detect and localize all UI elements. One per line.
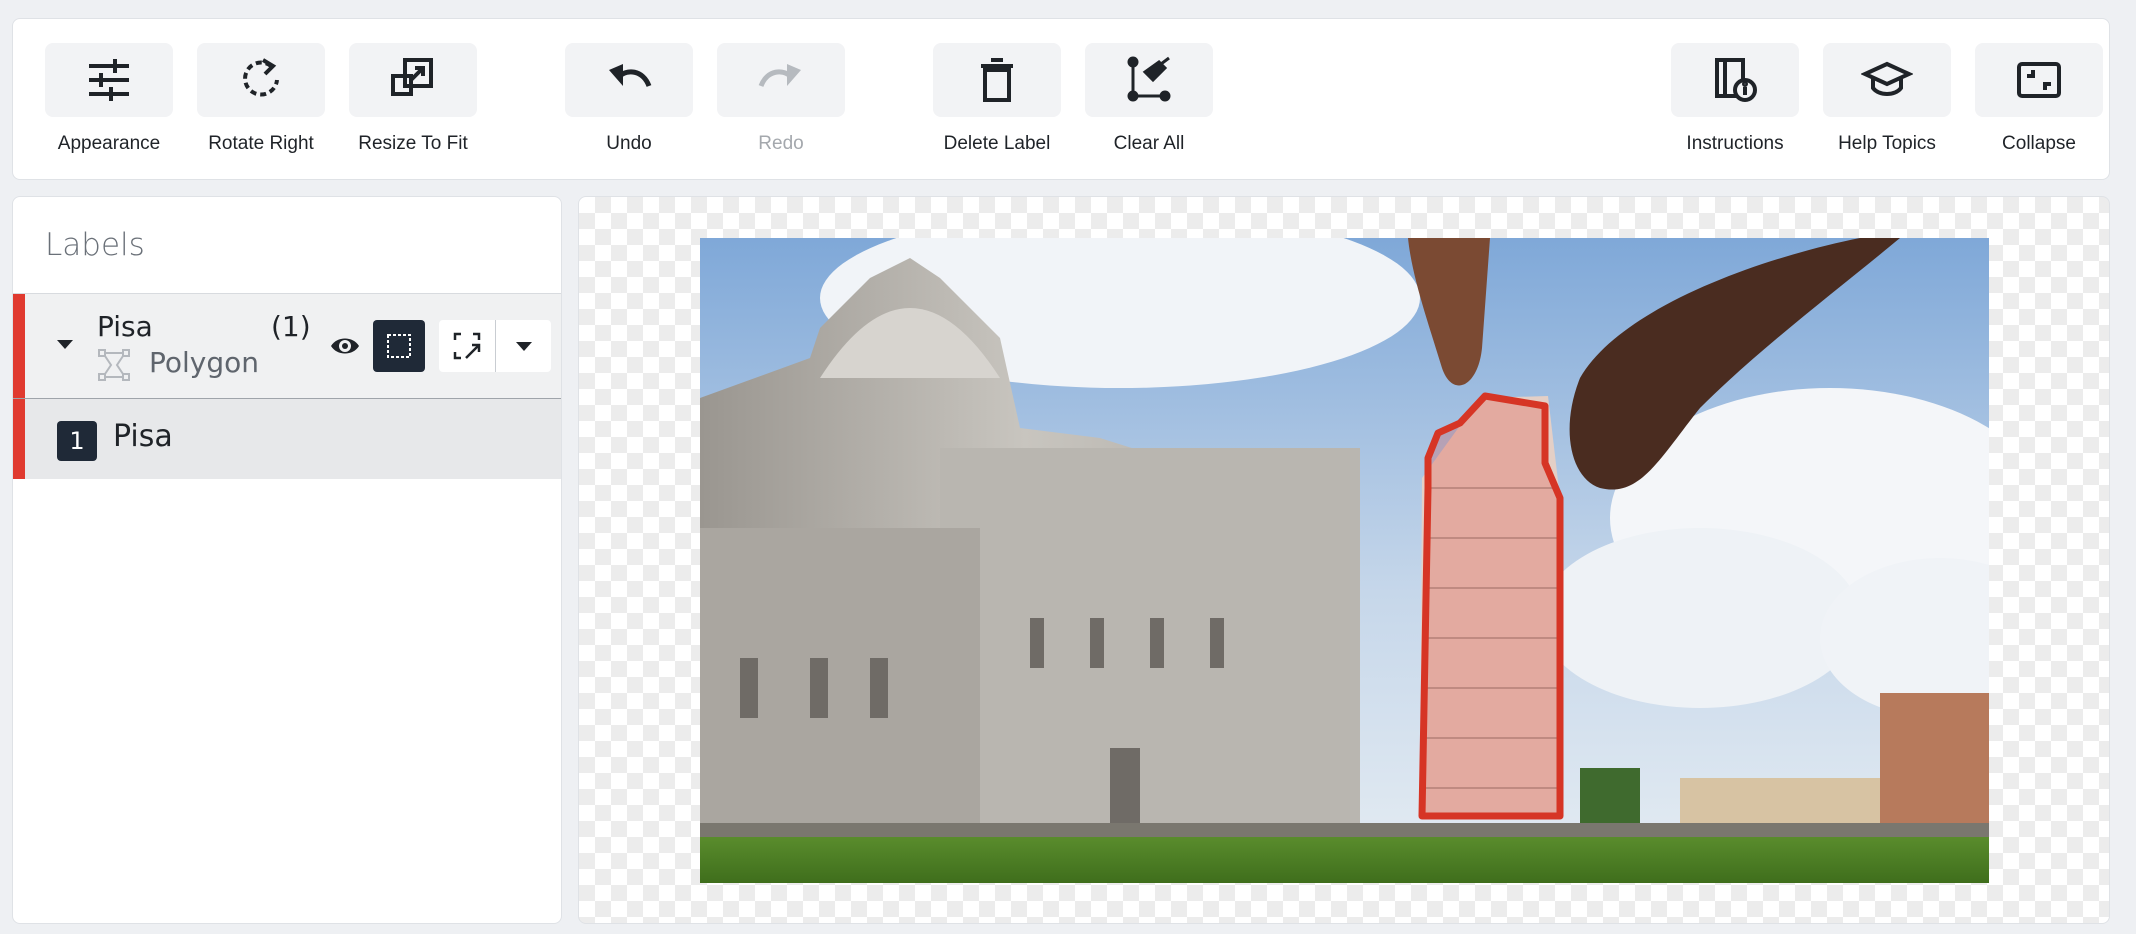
toolbar: Appearance Rotate Right Resize To Fit Un… bbox=[12, 18, 2110, 180]
appearance-button[interactable]: Appearance bbox=[33, 43, 185, 155]
label-class-name: Pisa bbox=[97, 310, 153, 343]
caret-down-icon[interactable] bbox=[57, 340, 73, 349]
undo-icon bbox=[609, 64, 652, 88]
select-annotations-icon bbox=[453, 332, 481, 360]
labels-panel: Labels Pisa (1) Polygon 1 Pisa bbox=[12, 196, 562, 924]
appearance-label: Appearance bbox=[57, 133, 161, 154]
rotate-right-button[interactable]: Rotate Right bbox=[185, 43, 337, 155]
undo-button[interactable]: Undo bbox=[553, 43, 705, 155]
rotate-right-label: Rotate Right bbox=[208, 133, 314, 154]
clear-all-icon bbox=[1127, 56, 1171, 102]
polygon-icon bbox=[98, 349, 130, 381]
label-menu-button[interactable] bbox=[495, 320, 551, 372]
visibility-toggle[interactable] bbox=[319, 320, 371, 372]
resize-to-fit-button[interactable]: Resize To Fit bbox=[337, 43, 489, 155]
image-pisa-photo bbox=[700, 238, 1989, 883]
annotation-canvas[interactable] bbox=[578, 196, 2110, 924]
labels-panel-title: Labels bbox=[45, 227, 145, 263]
clear-all-label: Clear All bbox=[1113, 133, 1185, 154]
fill-toggle[interactable] bbox=[373, 320, 425, 372]
caret-down-icon bbox=[515, 341, 532, 351]
delete-label-label: Delete Label bbox=[943, 133, 1051, 154]
instance-index-badge: 1 bbox=[57, 421, 97, 461]
instructions-icon bbox=[1715, 58, 1757, 102]
label-color-bar bbox=[13, 294, 25, 398]
label-instance-row[interactable]: 1 Pisa bbox=[13, 399, 561, 479]
instructions-label: Instructions bbox=[1686, 133, 1784, 154]
rotate-right-icon bbox=[243, 58, 279, 97]
redo-label: Redo bbox=[758, 133, 804, 154]
graduation-cap-icon bbox=[1861, 61, 1913, 96]
eye-icon bbox=[331, 338, 359, 354]
redo-button[interactable]: Redo bbox=[705, 43, 857, 155]
collapse-icon bbox=[2017, 62, 2061, 98]
label-actions-group bbox=[439, 320, 551, 372]
label-class-count: (1) bbox=[271, 310, 311, 343]
select-annotations-button[interactable] bbox=[439, 320, 495, 372]
resize-to-fit-icon bbox=[391, 58, 433, 96]
fill-icon bbox=[387, 334, 411, 358]
help-topics-label: Help Topics bbox=[1838, 133, 1936, 154]
clear-all-button[interactable]: Clear All bbox=[1073, 43, 1225, 155]
label-class-type: Polygon bbox=[149, 346, 260, 379]
collapse-button[interactable]: Collapse bbox=[1963, 43, 2115, 155]
undo-label: Undo bbox=[606, 133, 652, 154]
collapse-label: Collapse bbox=[2002, 133, 2076, 154]
delete-label-button[interactable]: Delete Label bbox=[921, 43, 1073, 155]
resize-to-fit-label: Resize To Fit bbox=[358, 133, 468, 154]
label-class-row[interactable]: Pisa (1) Polygon bbox=[13, 293, 561, 399]
label-color-bar bbox=[13, 399, 25, 479]
instance-name: Pisa bbox=[113, 419, 173, 454]
trash-icon bbox=[981, 58, 1013, 102]
sliders-icon bbox=[89, 59, 129, 101]
help-topics-button[interactable]: Help Topics bbox=[1811, 43, 1963, 155]
redo-icon bbox=[758, 64, 801, 88]
instructions-button[interactable]: Instructions bbox=[1659, 43, 1811, 155]
